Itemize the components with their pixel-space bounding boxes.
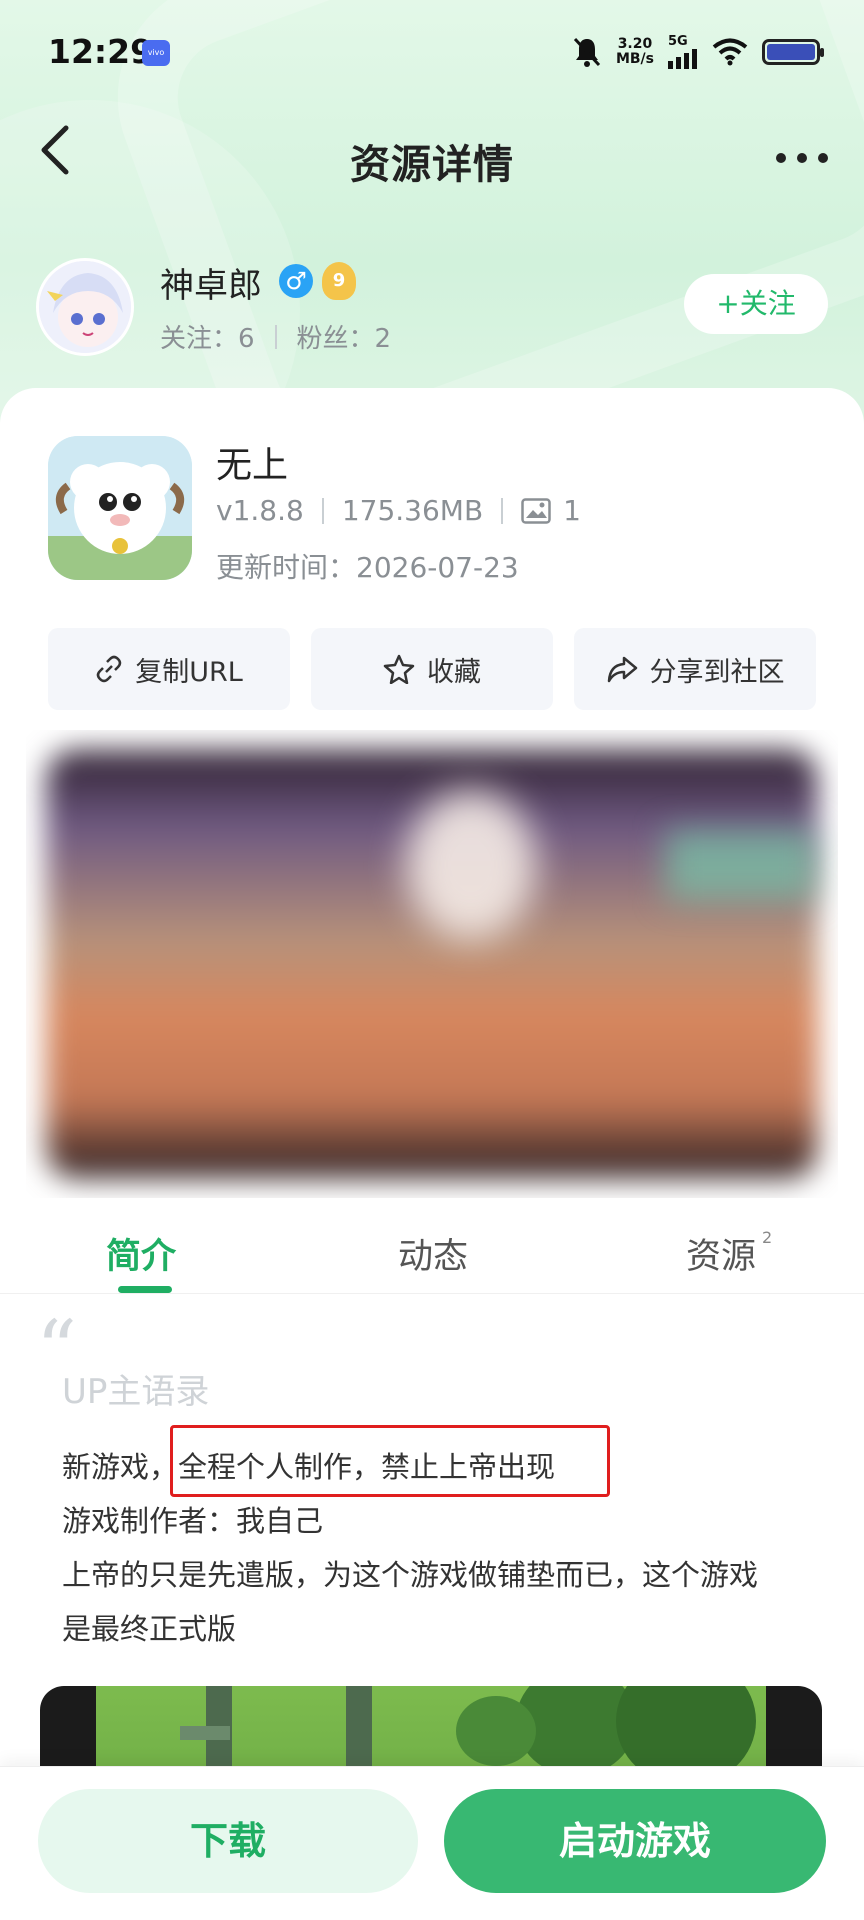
star-icon — [383, 654, 415, 684]
more-options-button[interactable] — [776, 140, 828, 176]
image-count: 1 — [563, 494, 581, 527]
share-icon — [607, 656, 637, 683]
signal-icon — [668, 49, 697, 69]
desc-line: 是最终正式版 — [62, 1612, 237, 1646]
app-size: 175.36MB — [341, 494, 484, 527]
author-stats: 关注：6 粉丝：2 — [160, 318, 391, 355]
page-title: 资源详情 — [350, 142, 514, 188]
update-time: 更新时间：2026-07-23 — [216, 551, 519, 584]
status-time: 12:29 — [48, 32, 154, 71]
tab-resources[interactable]: 资源 2 — [686, 1228, 772, 1279]
action-row: 复制URL 收藏 分享到社区 — [48, 628, 816, 710]
share-community-button[interactable]: 分享到社区 — [574, 628, 816, 710]
tab-activity[interactable]: 动态 — [398, 1228, 468, 1279]
up-quote-title: UP主语录 — [62, 1372, 210, 1412]
desc-line: 上帝的只是先遣版，为这个游戏做铺垫而已，这个游戏 — [62, 1558, 759, 1592]
download-button[interactable]: 下载 — [38, 1789, 418, 1893]
male-gender-icon: ♂ — [279, 264, 313, 298]
author-avatar[interactable] — [36, 258, 134, 356]
image-icon — [521, 497, 551, 524]
launch-game-button[interactable]: 启动游戏 — [444, 1789, 826, 1893]
net-speed: 3.20 MB/s — [615, 35, 654, 67]
status-bar: 12:29 vivo 3.20 MB/s 5G — [0, 0, 864, 100]
level-badge-icon: 9 — [322, 262, 356, 300]
mute-bell-icon — [573, 37, 601, 67]
app-notification-icon: vivo — [142, 40, 170, 66]
favorite-button[interactable]: 收藏 — [311, 628, 553, 710]
wifi-icon — [712, 38, 748, 65]
link-icon — [96, 655, 122, 683]
game-screenshot-banner[interactable] — [26, 730, 838, 1198]
follow-button[interactable]: +关注 — [684, 274, 828, 334]
tab-indicator — [118, 1286, 172, 1293]
app-name: 无上 — [216, 445, 289, 486]
network-type: 5G — [668, 34, 688, 49]
app-version: v1.8.8 — [216, 494, 304, 527]
follow-count[interactable]: 关注：6 — [160, 318, 255, 355]
battery-icon — [762, 38, 824, 65]
app-meta: v1.8.8 175.36MB 1 — [216, 494, 581, 527]
desc-line: 游戏制作者：我自己 — [62, 1504, 324, 1538]
fans-count[interactable]: 粉丝：2 — [297, 318, 392, 355]
author-name[interactable]: 神卓郎 — [160, 258, 262, 307]
tab-bar: 简介 动态 资源 2 — [0, 1214, 864, 1294]
highlight-annotation — [170, 1425, 610, 1497]
app-icon — [48, 436, 192, 580]
resources-count: 2 — [762, 1228, 773, 1247]
copy-url-button[interactable]: 复制URL — [48, 628, 290, 710]
bottom-action-bar: 下载 启动游戏 — [0, 1766, 864, 1920]
tab-intro[interactable]: 简介 — [106, 1228, 176, 1279]
